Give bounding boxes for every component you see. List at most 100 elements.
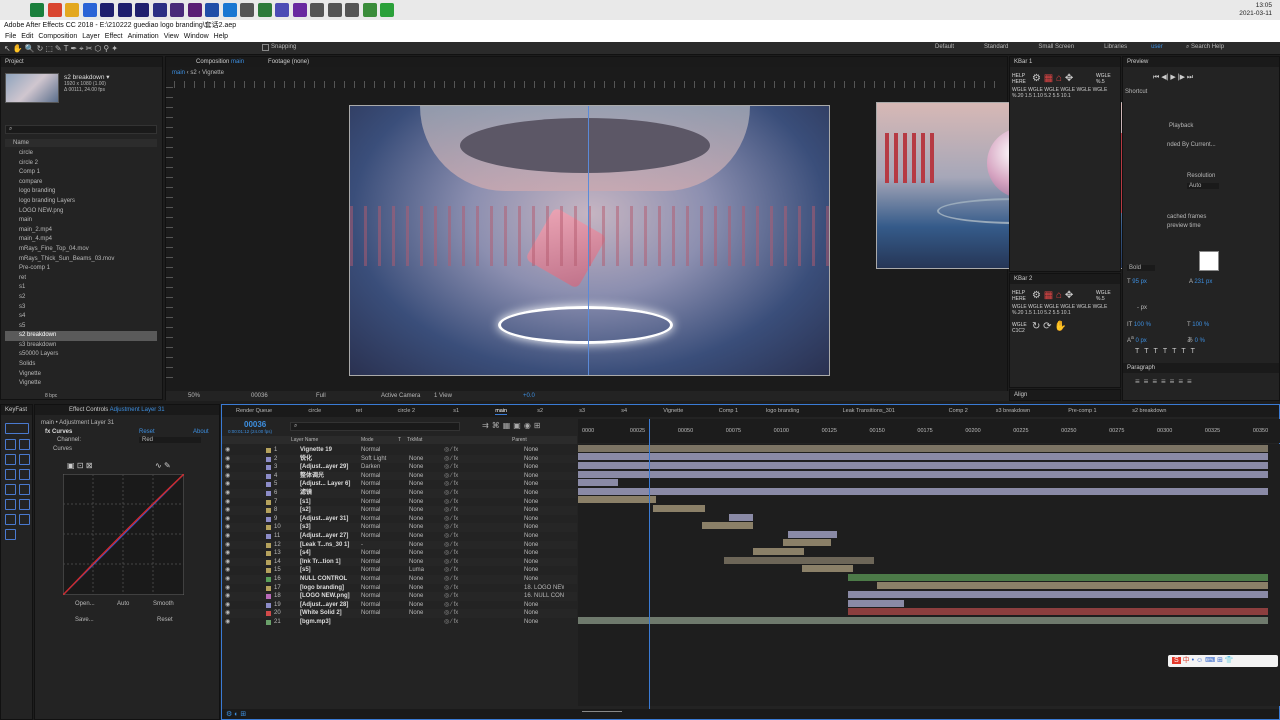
- search-help[interactable]: ⌕ Search Help: [1186, 44, 1224, 51]
- zoom-slider[interactable]: [582, 711, 622, 712]
- visibility-eye-icon[interactable]: ◉: [225, 575, 230, 584]
- layer-duration-bar[interactable]: [578, 453, 1268, 461]
- tsume-value[interactable]: あ 0 %: [1187, 335, 1205, 344]
- resolution-dropdown[interactable]: Full: [316, 391, 326, 401]
- visibility-eye-icon[interactable]: ◉: [225, 541, 230, 550]
- timeline-timecode[interactable]: 00036: [244, 420, 266, 429]
- project-item[interactable]: s50000 Layers: [5, 350, 157, 360]
- layer-trkmat-dropdown[interactable]: None: [409, 489, 423, 498]
- timeline-tab-s1[interactable]: s1: [453, 408, 459, 414]
- layer-duration-bar[interactable]: [847, 591, 1268, 598]
- layer-trkmat-dropdown[interactable]: None: [409, 549, 423, 558]
- layer-row[interactable]: ◉ 1 Vignette 19 Normal ◎ ⁄ fx None: [222, 446, 577, 455]
- layer-duration-bar[interactable]: [578, 487, 1268, 495]
- layer-mode-dropdown[interactable]: Normal: [361, 515, 380, 524]
- layer-row[interactable]: ◉ 13 [s4] Normal None ◎ ⁄ fx None: [222, 549, 577, 558]
- layer-switches[interactable]: ◎ ⁄ fx: [444, 584, 458, 593]
- kbar1-values[interactable]: WGLE WGLE WGLE WGLE WGLE WGLE %.20 1.5 1…: [1012, 87, 1120, 99]
- layer-duration-bar[interactable]: [578, 479, 619, 487]
- layer-switches[interactable]: ◎ ⁄ fx: [444, 532, 458, 541]
- layer-trkmat-dropdown[interactable]: None: [409, 592, 423, 601]
- taskbar-app-icon[interactable]: [240, 3, 254, 17]
- time-ruler[interactable]: 0000 00025 00050 00075 00100 00125 00150 00175 0…: [578, 419, 1280, 443]
- next-frame-icon[interactable]: |▶: [1178, 74, 1185, 81]
- playback-controls[interactable]: ⏮ ◀| ▶ |▶ ⏭: [1153, 73, 1193, 82]
- timeline-tab-circle[interactable]: circle: [308, 408, 321, 414]
- breadcrumb-s2[interactable]: s2: [190, 70, 196, 76]
- layer-row[interactable]: ◉ 3 [Adjust...ayer 29] Darken None ◎ ⁄ fx None: [222, 463, 577, 472]
- visibility-eye-icon[interactable]: ◉: [225, 558, 230, 567]
- paragraph-align-buttons[interactable]: ≡≡≡≡≡≡≡: [1135, 377, 1196, 386]
- layer-mode-dropdown[interactable]: Normal: [361, 489, 380, 498]
- layer-trkmat-dropdown[interactable]: None: [409, 541, 423, 550]
- project-item[interactable]: s4: [5, 312, 157, 322]
- fill-color-swatch[interactable]: [1199, 251, 1219, 271]
- layer-row[interactable]: ◉ 15 [s5] Normal Luma ◎ ⁄ fx None: [222, 566, 577, 575]
- timeline-tab-pre-comp-1[interactable]: Pre-comp 1: [1068, 408, 1096, 414]
- taskbar-app-icon[interactable]: [275, 3, 289, 17]
- curves-tool-buttons[interactable]: ▣ ⊡ ⊠: [67, 461, 92, 470]
- timeline-tab-s4[interactable]: s4: [621, 408, 627, 414]
- layer-trkmat-dropdown[interactable]: None: [409, 532, 423, 541]
- menu-window[interactable]: Window: [184, 33, 209, 40]
- layer-label-color[interactable]: [266, 620, 271, 625]
- kbar2-buttons[interactable]: ⚙ ▦ ⌂ ✥: [1032, 290, 1073, 301]
- curves-effect-name[interactable]: fx Curves: [45, 429, 72, 435]
- layer-duration-bar[interactable]: [847, 608, 1268, 616]
- curves-auto-button[interactable]: Auto: [117, 601, 129, 607]
- layer-duration-bar[interactable]: [578, 616, 1268, 624]
- timeline-tab-circle-2[interactable]: circle 2: [398, 408, 415, 414]
- layer-switches[interactable]: ◎ ⁄ fx: [444, 566, 458, 575]
- layer-label-color[interactable]: [266, 473, 271, 479]
- layer-mode-dropdown[interactable]: Soft Light: [361, 455, 386, 464]
- layer-name[interactable]: [Ink Tr...tion 1]: [300, 558, 341, 567]
- grid-icon[interactable]: ▦: [1044, 73, 1053, 84]
- taskbar-app-icon[interactable]: [152, 3, 167, 17]
- keyfast-button[interactable]: [19, 454, 30, 465]
- taskbar-app-icon[interactable]: [345, 3, 359, 17]
- menu-layer[interactable]: Layer: [82, 33, 100, 40]
- effect-reset-link[interactable]: Reset: [139, 429, 155, 435]
- layer-mode-dropdown[interactable]: Normal: [361, 446, 380, 455]
- project-item[interactable]: Vignette: [5, 370, 157, 380]
- menu-view[interactable]: View: [164, 33, 179, 40]
- layer-mode-dropdown[interactable]: Normal: [361, 506, 380, 515]
- wand-icon[interactable]: ✋: [1054, 321, 1066, 332]
- layer-label-color[interactable]: [266, 525, 271, 531]
- col-mode[interactable]: Mode: [361, 436, 374, 444]
- layer-row[interactable]: ◉ 5 [Adjust... Layer 6] Normal None ◎ ⁄ fx Non…: [222, 480, 577, 489]
- layer-row[interactable]: ◉ 4 整体调光 Normal None ◎ ⁄ fx None: [222, 471, 577, 481]
- layer-label-color[interactable]: [266, 516, 271, 522]
- layer-label-color[interactable]: [266, 534, 271, 539]
- layer-name[interactable]: [Adjust...ayer 29]: [300, 463, 348, 472]
- kbar2-help[interactable]: HELP HERE: [1012, 290, 1026, 302]
- layer-trkmat-dropdown[interactable]: None: [409, 463, 423, 472]
- layer-switches[interactable]: ◎ ⁄ fx: [444, 601, 458, 610]
- layer-row[interactable]: ◉ 6 滤镜 Normal None ◎ ⁄ fx None: [222, 489, 577, 498]
- layer-name[interactable]: [White Solid 2]: [300, 609, 342, 618]
- visibility-eye-icon[interactable]: ◉: [225, 566, 230, 575]
- curves-smooth-button[interactable]: Smooth: [153, 601, 174, 607]
- current-time-indicator[interactable]: [649, 419, 650, 709]
- layer-switches[interactable]: ◎ ⁄ fx: [444, 455, 458, 464]
- workspace-tabs[interactable]: Default Standard Small Screen Libraries user: [935, 44, 1187, 50]
- layer-row[interactable]: ◉ 18 [LOGO NEW.png] Normal None ◎ ⁄ fx 16. NUL…: [222, 592, 577, 601]
- project-item[interactable]: s3: [5, 303, 157, 313]
- kbar2-row2[interactable]: ↻ ⟳ ✋: [1032, 321, 1067, 332]
- taskbar-app-icon[interactable]: [170, 3, 184, 17]
- layer-trkmat-dropdown[interactable]: None: [409, 498, 423, 507]
- layer-name[interactable]: [LOGO NEW.png]: [300, 592, 350, 601]
- layer-switches[interactable]: ◎ ⁄ fx: [444, 592, 458, 601]
- project-col-name[interactable]: Name: [5, 139, 157, 147]
- menu-edit[interactable]: Edit: [21, 33, 33, 40]
- taskbar-app-icon[interactable]: [257, 3, 272, 17]
- layer-row[interactable]: ◉ 14 [Ink Tr...tion 1] Normal None ◎ ⁄ fx None: [222, 557, 577, 567]
- project-item[interactable]: s1: [5, 283, 157, 293]
- project-item[interactable]: circle 2: [5, 159, 157, 169]
- layer-name[interactable]: [Adjust...ayer 31]: [300, 515, 348, 524]
- layer-mode-dropdown[interactable]: Normal: [361, 601, 380, 610]
- project-item[interactable]: s3 breakdown: [5, 341, 157, 351]
- kbar1-tab[interactable]: KBar 1: [1010, 57, 1120, 67]
- expand-icon[interactable]: ✥: [1065, 290, 1073, 301]
- col-parent[interactable]: Parent: [512, 436, 527, 444]
